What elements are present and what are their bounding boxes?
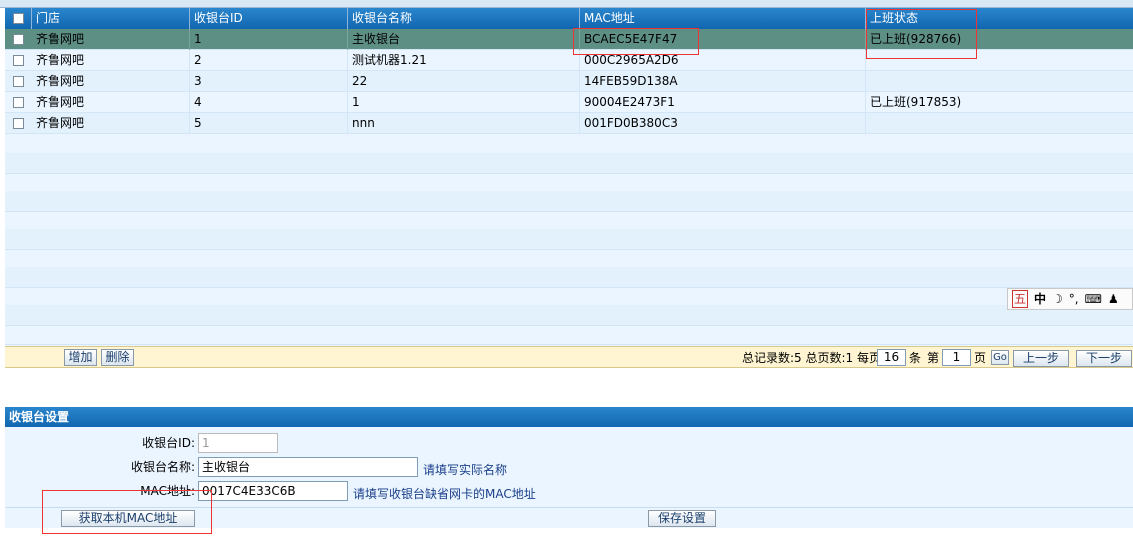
column-header-id[interactable]: 收银台ID	[190, 8, 348, 29]
chinese-mode-icon[interactable]: 中	[1034, 291, 1046, 307]
row-checkbox[interactable]	[13, 76, 24, 87]
user-icon[interactable]: ♟	[1108, 291, 1119, 307]
empty-row	[5, 324, 1133, 345]
prev-page-button[interactable]: 上一步	[1013, 350, 1069, 367]
keyboard-icon[interactable]: ⌨	[1085, 291, 1102, 307]
empty-row	[5, 210, 1133, 231]
grid-top-strip	[0, 0, 1133, 8]
empty-row	[5, 229, 1133, 250]
row-checkbox[interactable]	[13, 55, 24, 66]
empty-row	[5, 172, 1133, 193]
go-button[interactable]: Go	[991, 350, 1009, 365]
add-button[interactable]: 增加	[64, 349, 97, 366]
page-size-input[interactable]: 16	[877, 349, 906, 366]
pager-unit-page: 页	[974, 351, 987, 365]
cell-id: 3	[190, 71, 348, 92]
name-label: 收银台名称:	[130, 460, 195, 474]
cell-name: 主收银台	[348, 29, 580, 50]
cell-mac: 001FD0B380C3	[580, 113, 866, 134]
pager-unit-items: 条	[909, 351, 922, 365]
grid-body: 齐鲁网吧 1 主收银台 BCAEC5E47F47 已上班(928766) 齐鲁网…	[5, 29, 1133, 346]
id-field: 1	[198, 433, 278, 453]
pager-page-prefix: 第	[927, 351, 940, 365]
empty-row	[5, 305, 1133, 326]
cell-store: 齐鲁网吧	[32, 92, 190, 113]
cell-store: 齐鲁网吧	[32, 71, 190, 92]
empty-row	[5, 153, 1133, 174]
cell-status: 已上班(917853)	[870, 95, 962, 109]
empty-row	[5, 267, 1133, 288]
next-page-button[interactable]: 下一步	[1076, 350, 1132, 367]
table-row[interactable]: 齐鲁网吧 3 22 14FEB59D138A	[5, 71, 1133, 92]
page-number-input[interactable]: 1	[942, 349, 971, 366]
cell-name: 测试机器1.21	[348, 50, 580, 71]
header-select-cell	[5, 8, 32, 29]
select-all-checkbox[interactable]	[13, 13, 24, 24]
cell-id: 5	[190, 113, 348, 134]
id-label: 收银台ID:	[142, 436, 195, 450]
column-header-mac[interactable]: MAC地址	[580, 8, 866, 29]
cell-mac: 90004E2473F1	[580, 92, 866, 113]
cell-id: 2	[190, 50, 348, 71]
cell-name: 22	[348, 71, 580, 92]
mac-field[interactable]: 0017C4E33C6B	[198, 481, 348, 501]
annotation-box-mac	[573, 28, 699, 55]
annotation-box-get-mac	[42, 490, 212, 534]
cell-store: 齐鲁网吧	[32, 113, 190, 134]
empty-row	[5, 191, 1133, 212]
delete-button[interactable]: 删除	[101, 349, 134, 366]
row-checkbox[interactable]	[13, 34, 24, 45]
punctuation-icon[interactable]: °,	[1069, 291, 1079, 307]
cell-store: 齐鲁网吧	[32, 50, 190, 71]
empty-row	[5, 248, 1133, 269]
name-hint: 请填写实际名称	[423, 463, 508, 477]
column-header-store[interactable]: 门店	[32, 8, 190, 29]
empty-row	[5, 286, 1133, 307]
ime-toolbar[interactable]: 五 中 ☽ °, ⌨ ♟	[1007, 288, 1133, 310]
annotation-box-status	[866, 9, 977, 59]
cell-id: 4	[190, 92, 348, 113]
table-row[interactable]: 齐鲁网吧 4 1 90004E2473F1 已上班(917853)	[5, 92, 1133, 113]
cell-id: 1	[190, 29, 348, 50]
form-title: 收银台设置	[5, 407, 1133, 427]
cell-status	[866, 113, 1133, 134]
mac-hint: 请填写收银台缺省网卡的MAC地址	[353, 487, 536, 501]
cell-store: 齐鲁网吧	[32, 29, 190, 50]
cell-mac: 14FEB59D138A	[580, 71, 866, 92]
table-row[interactable]: 齐鲁网吧 5 nnn 001FD0B380C3	[5, 113, 1133, 134]
pager-summary: 总记录数:5 总页数:1 每页	[742, 351, 881, 365]
name-field[interactable]: 主收银台	[198, 457, 418, 477]
grid-footer: 增加 删除 总记录数:5 总页数:1 每页 16 条 第 1 页 Go 上一步 …	[5, 346, 1133, 368]
halfwidth-moon-icon[interactable]: ☽	[1052, 291, 1063, 307]
row-checkbox[interactable]	[13, 97, 24, 108]
cell-status	[866, 71, 1133, 92]
column-header-name[interactable]: 收银台名称	[348, 8, 580, 29]
row-checkbox[interactable]	[13, 118, 24, 129]
save-settings-button[interactable]: 保存设置	[648, 510, 716, 527]
cell-name: nnn	[348, 113, 580, 134]
cell-name: 1	[348, 92, 580, 113]
empty-row	[5, 134, 1133, 155]
wubi-icon[interactable]: 五	[1012, 290, 1029, 308]
